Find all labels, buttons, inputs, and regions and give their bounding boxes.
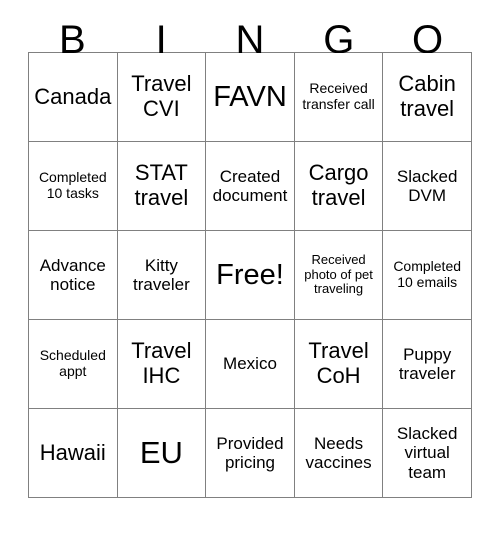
bingo-card: B I N G O Canada Travel CVI FAVN Receive…: [0, 0, 500, 544]
bingo-cell-label: Received transfer call: [302, 80, 375, 112]
bingo-cell-label: Advance notice: [39, 255, 106, 294]
bingo-cell-free[interactable]: Free!: [206, 231, 295, 320]
bingo-cell[interactable]: Travel CVI: [117, 53, 207, 142]
bingo-cell-label: Needs vaccines: [305, 433, 372, 472]
bingo-cell-label: Slacked virtual team: [396, 424, 458, 482]
bingo-row: Advance notice Kitty traveler Free! Rece…: [29, 231, 472, 320]
bingo-cell-label: Travel IHC: [131, 338, 192, 388]
bingo-cell-label: Provided pricing: [216, 433, 284, 472]
bingo-cell-label: Canada: [34, 83, 112, 109]
bingo-cell-label: Mexico: [223, 354, 277, 374]
bingo-cell[interactable]: Received transfer call: [294, 53, 384, 142]
bingo-cell-label: Free!: [216, 258, 284, 291]
bingo-cell-label: STAT travel: [134, 160, 189, 210]
bingo-cell-label: Completed 10 tasks: [38, 169, 107, 201]
bingo-row: Scheduled appt Travel IHC Mexico Travel …: [29, 320, 472, 409]
bingo-row: Completed 10 tasks STAT travel Created d…: [29, 142, 472, 231]
bingo-cell[interactable]: Hawaii: [29, 409, 118, 498]
bingo-cell-label: Created document: [212, 166, 288, 205]
bingo-cell-label: FAVN: [213, 80, 287, 113]
bingo-cell[interactable]: Travel CoH: [294, 320, 384, 409]
bingo-cell[interactable]: Cargo travel: [294, 142, 384, 231]
bingo-header-letter-g: G: [323, 18, 355, 62]
bingo-header-letter-b: B: [59, 18, 86, 62]
bingo-header: B I N G O: [28, 0, 472, 62]
bingo-cell[interactable]: Advance notice: [29, 231, 118, 320]
bingo-cell[interactable]: Created document: [206, 142, 295, 231]
bingo-grid: Canada Travel CVI FAVN Received transfer…: [28, 52, 472, 498]
bingo-cell[interactable]: EU: [117, 409, 207, 498]
bingo-cell[interactable]: Slacked virtual team: [383, 409, 472, 498]
bingo-cell[interactable]: STAT travel: [117, 142, 207, 231]
bingo-row: Canada Travel CVI FAVN Received transfer…: [29, 53, 472, 142]
bingo-cell-label: Hawaii: [39, 439, 106, 465]
bingo-cell-label: Cargo travel: [308, 160, 369, 210]
bingo-cell-label: Received photo of pet traveling: [304, 252, 373, 297]
bingo-cell[interactable]: Slacked DVM: [383, 142, 472, 231]
bingo-cell-label: Travel CoH: [308, 338, 369, 388]
bingo-cell[interactable]: Scheduled appt: [29, 320, 118, 409]
bingo-cell[interactable]: Mexico: [206, 320, 295, 409]
bingo-header-letter-i: I: [155, 18, 167, 62]
bingo-cell-label: Kitty traveler: [133, 255, 190, 294]
bingo-cell[interactable]: Received photo of pet traveling: [294, 231, 384, 320]
bingo-cell-label: Puppy traveler: [398, 344, 456, 383]
bingo-cell-label: Cabin travel: [398, 71, 456, 121]
bingo-cell-label: Travel CVI: [131, 71, 192, 121]
bingo-cell-label: EU: [139, 434, 183, 470]
bingo-cell[interactable]: Provided pricing: [206, 409, 295, 498]
bingo-cell-label: Scheduled appt: [39, 347, 106, 379]
bingo-cell-label: Slacked DVM: [396, 166, 458, 205]
bingo-cell[interactable]: Completed 10 emails: [383, 231, 472, 320]
bingo-cell[interactable]: FAVN: [206, 53, 295, 142]
bingo-cell[interactable]: Kitty traveler: [117, 231, 207, 320]
bingo-cell[interactable]: Needs vaccines: [294, 409, 384, 498]
bingo-cell[interactable]: Puppy traveler: [383, 320, 472, 409]
bingo-header-letter-o: O: [412, 18, 444, 62]
bingo-row: Hawaii EU Provided pricing Needs vaccine…: [29, 409, 472, 498]
bingo-cell-label: Completed 10 emails: [393, 258, 462, 290]
bingo-cell[interactable]: Travel IHC: [117, 320, 207, 409]
bingo-cell[interactable]: Cabin travel: [383, 53, 472, 142]
bingo-cell[interactable]: Completed 10 tasks: [29, 142, 118, 231]
bingo-cell[interactable]: Canada: [29, 53, 118, 142]
bingo-header-letter-n: N: [235, 18, 265, 62]
